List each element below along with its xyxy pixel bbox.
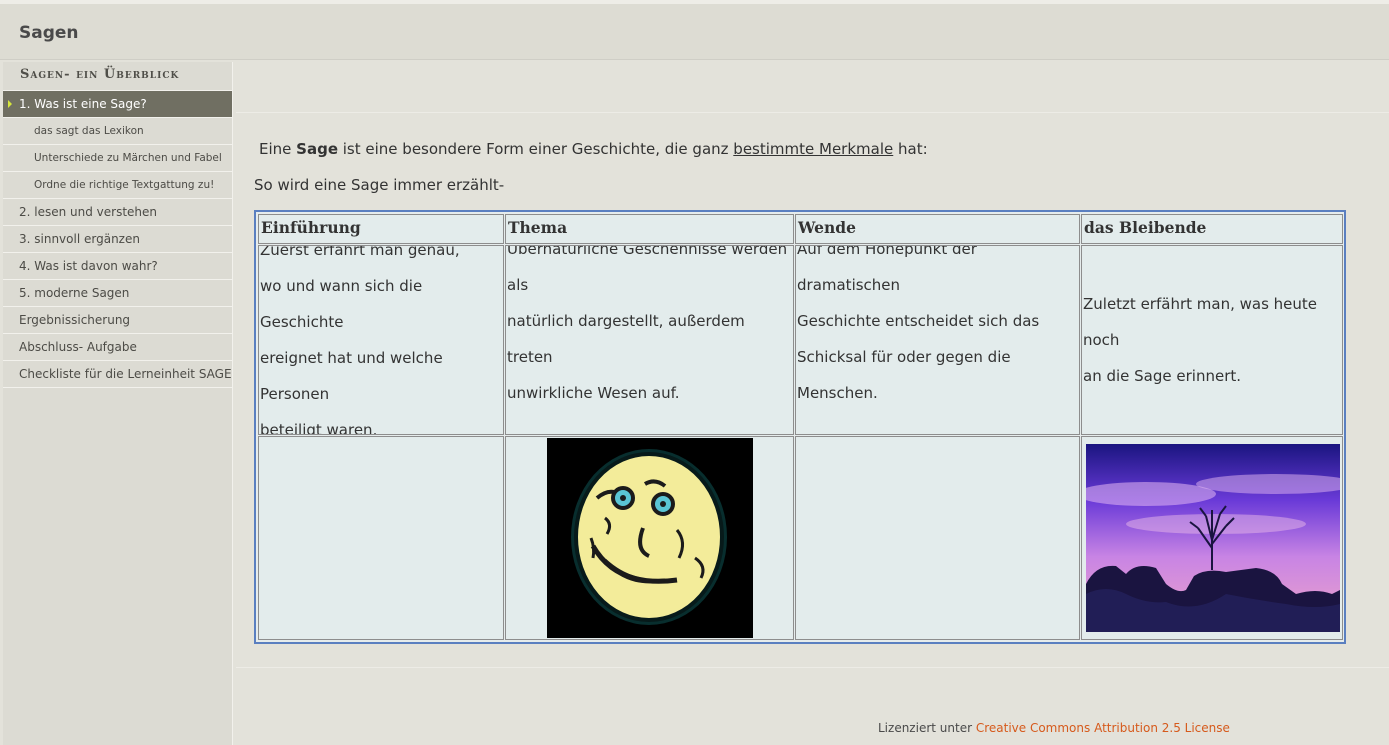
table-cell-image [505,436,794,640]
nav-item-checkliste[interactable]: Checkliste für die Lerneinheit SAGE [3,361,232,388]
cell-line: beteiligt waren. [260,421,378,435]
nav-item-abschluss[interactable]: Abschluss- Aufgabe [3,334,232,361]
nav-item-lesen-verstehen[interactable]: 2. lesen und verstehen [3,199,232,226]
moon-face-image [547,438,753,638]
nav-label: 1. Was ist eine Sage? [19,97,147,111]
cell-line: Übernatürliche Geschehnisse werden als [507,245,788,294]
nav-item-was-ist-eine-sage[interactable]: 1. Was ist eine Sage? [3,91,232,118]
sidebar-heading[interactable]: Sagen- ein Überblick [3,62,232,91]
intro-text: hat: [893,140,928,158]
nav-subitem-lexikon[interactable]: das sagt das Lexikon [3,118,232,145]
nav-item-ergebnissicherung[interactable]: Ergebnissicherung [3,307,232,334]
arrow-right-icon [8,100,12,108]
cell-line: wo und wann sich die Geschichte [260,277,423,331]
cell-line: Zuletzt erfährt man, was heute noch [1083,295,1318,349]
table-cell: Zuletzt erfährt man, was heute noch an d… [1081,245,1343,435]
saga-structure-table: Einführung Thema Wende das Bleibende Zue… [254,210,1346,644]
table-cell: Zuerst erfährt man genau, wo und wann si… [258,245,504,435]
table-header-cell: Wende [795,214,1080,244]
content-top-band [236,62,1389,113]
cell-line: Geschichte entscheidet sich das [797,312,1040,330]
cell-line: Auf dem Höhepunkt der dramatischen [797,245,977,294]
table-header-cell: das Bleibende [1081,214,1343,244]
cell-line: unwirkliche Wesen auf. [507,384,680,402]
page-header: Sagen [0,0,1389,60]
sidebar: Sagen- ein Überblick 1. Was ist eine Sag… [3,62,233,745]
table-cell: Auf dem Höhepunkt der dramatischen Gesch… [795,245,1080,435]
cell-line: Zuerst erfährt man genau, [260,245,460,259]
table-cell: Übernatürliche Geschehnisse werden als n… [505,245,794,435]
table-cell-image [1081,436,1343,640]
license-prefix: Lizenziert unter [878,721,976,735]
cell-line: Schicksal für oder gegen die Menschen. [797,348,1011,402]
nav-item-ergaenzen[interactable]: 3. sinnvoll ergänzen [3,226,232,253]
footer-divider [236,667,1389,668]
nav-subitem-unterschiede[interactable]: Unterschiede zu Märchen und Fabel [3,145,232,172]
cell-line: an die Sage erinnert. [1083,367,1242,385]
table-header-cell: Einführung [258,214,504,244]
site-title[interactable]: Sagen [19,23,79,43]
license-link[interactable]: Creative Commons Attribution 2.5 License [976,721,1230,735]
subheading: So wird eine Sage immer erzählt- [254,176,505,194]
cell-line: ereignet hat und welche Personen [260,349,443,403]
cell-line: natürlich dargestellt, außerdem treten [507,312,745,366]
nav-item-wahr[interactable]: 4. Was ist davon wahr? [3,253,232,280]
merkmale-link[interactable]: bestimmte Merkmale [733,140,893,158]
table-cell-empty [795,436,1080,640]
table-header-cell: Thema [505,214,794,244]
table-cell-empty [258,436,504,640]
intro-text: ist eine besondere Form einer Geschichte… [338,140,734,158]
intro-bold-word: Sage [296,140,338,158]
tree-on-rock-image [1086,444,1340,632]
intro-text: Eine [259,140,297,158]
license-footer: Lizenziert unter Creative Commons Attrib… [878,721,1230,735]
intro-sentence: Eine Sage ist eine besondere Form einer … [259,140,928,158]
nav-item-moderne-sagen[interactable]: 5. moderne Sagen [3,280,232,307]
nav-subitem-textgattung[interactable]: Ordne die richtige Textgattung zu! [3,172,232,199]
